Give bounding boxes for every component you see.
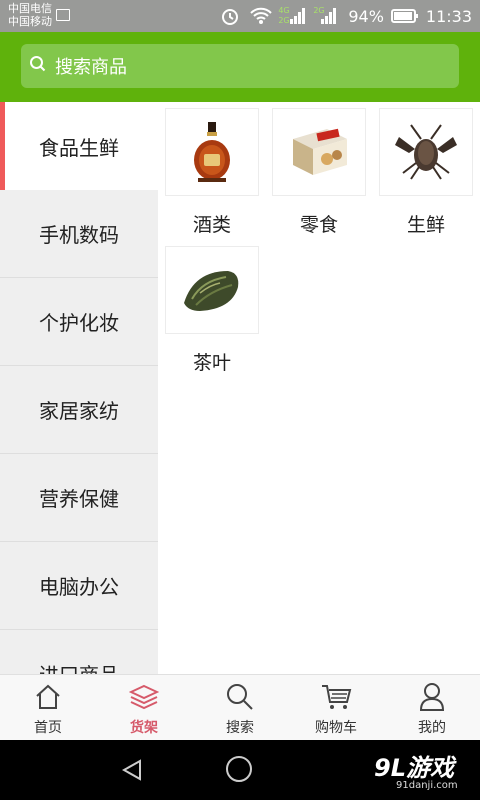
category-sidebar: 食品生鲜 手机数码 个护化妆 家居家纺 营养保健 电脑办公 进口商品	[0, 102, 158, 674]
tab-label: 首页	[34, 720, 62, 736]
sidebar-item-label: 营养保健	[39, 487, 119, 511]
back-icon[interactable]	[120, 758, 144, 786]
sidebar-item-label: 电脑办公	[39, 575, 119, 599]
sidebar-item-label: 食品生鲜	[39, 135, 119, 160]
tab-search[interactable]: 搜索	[192, 675, 288, 740]
sidebar-item-import[interactable]: 进口商品	[0, 630, 158, 674]
status-icons: 4G 2G 2G 94% 11:33	[220, 0, 472, 32]
tab-label: 货架	[130, 720, 158, 736]
tab-home[interactable]: 首页	[0, 675, 96, 740]
watermark-site: 91danji.com	[396, 780, 458, 791]
bottom-tab-bar: 首页 货架 搜索 购物车 我的	[0, 674, 480, 740]
alarm-icon	[220, 6, 242, 26]
search-icon	[224, 681, 256, 713]
tab-cart[interactable]: 购物车	[288, 675, 384, 740]
tab-label: 购物车	[315, 720, 357, 736]
cart-icon	[320, 681, 352, 713]
tab-shelf[interactable]: 货架	[96, 675, 192, 740]
signal-icon-2: 2G	[313, 6, 341, 26]
sidebar-item-label: 个护化妆	[39, 311, 119, 335]
carrier-1: 中国电信	[8, 2, 52, 15]
network-2g-label-b: 2G	[313, 6, 325, 15]
lobster-image	[379, 108, 473, 196]
sidebar-item-food[interactable]: 食品生鲜	[0, 102, 158, 190]
header: 搜索商品	[0, 32, 480, 102]
product-item-snacks[interactable]: 零食	[272, 108, 366, 237]
battery-percent: 94%	[348, 6, 384, 26]
sidebar-item-label: 家居家纺	[39, 399, 119, 423]
search-icon	[29, 55, 47, 77]
sidebar-item-label: 进口商品	[39, 659, 119, 674]
sidebar-item-office[interactable]: 电脑办公	[0, 542, 158, 630]
tab-label: 搜索	[226, 720, 254, 736]
tea-leaves-image	[165, 246, 259, 334]
sidebar-item-label: 手机数码	[39, 223, 119, 247]
network-2g-label: 2G	[278, 16, 290, 25]
carrier-2: 中国移动	[8, 15, 52, 28]
clock: 11:33	[425, 6, 472, 26]
tab-label: 我的	[418, 720, 446, 736]
product-label: 酒类	[192, 214, 231, 236]
watermark-logo: 9L游戏	[374, 754, 454, 782]
search-placeholder: 搜索商品	[55, 57, 127, 78]
signal-icon: 4G 2G	[278, 6, 306, 26]
product-grid-area: 酒类 零食 生鲜 茶叶	[158, 102, 480, 674]
product-label: 生鲜	[406, 214, 445, 236]
status-bar: 中国电信 中国移动 4G 2G 2G 94% 11:33	[0, 0, 480, 32]
snack-box-image	[272, 108, 366, 196]
carrier-labels: 中国电信 中国移动	[8, 2, 52, 28]
home-icon	[32, 681, 64, 713]
product-item-tea[interactable]: 茶叶	[165, 246, 259, 375]
tab-profile[interactable]: 我的	[384, 675, 480, 740]
shelf-icon	[128, 681, 160, 713]
home-circle-icon[interactable]	[226, 756, 252, 782]
battery-icon	[390, 6, 419, 26]
user-icon	[416, 681, 448, 713]
product-item-seafood[interactable]: 生鲜	[379, 108, 473, 237]
product-label: 零食	[299, 214, 338, 236]
network-4g-label: 4G	[278, 6, 290, 15]
liquor-bottle-image	[165, 108, 259, 196]
sidebar-item-digital[interactable]: 手机数码	[0, 190, 158, 278]
search-bar[interactable]: 搜索商品	[21, 44, 459, 88]
product-label: 茶叶	[192, 352, 231, 374]
wifi-icon	[249, 6, 273, 26]
sidebar-item-home[interactable]: 家居家纺	[0, 366, 158, 454]
product-item-liquor[interactable]: 酒类	[165, 108, 259, 237]
sidebar-item-health[interactable]: 营养保健	[0, 454, 158, 542]
gallery-notification-icon	[56, 9, 70, 21]
sidebar-item-beauty[interactable]: 个护化妆	[0, 278, 158, 366]
